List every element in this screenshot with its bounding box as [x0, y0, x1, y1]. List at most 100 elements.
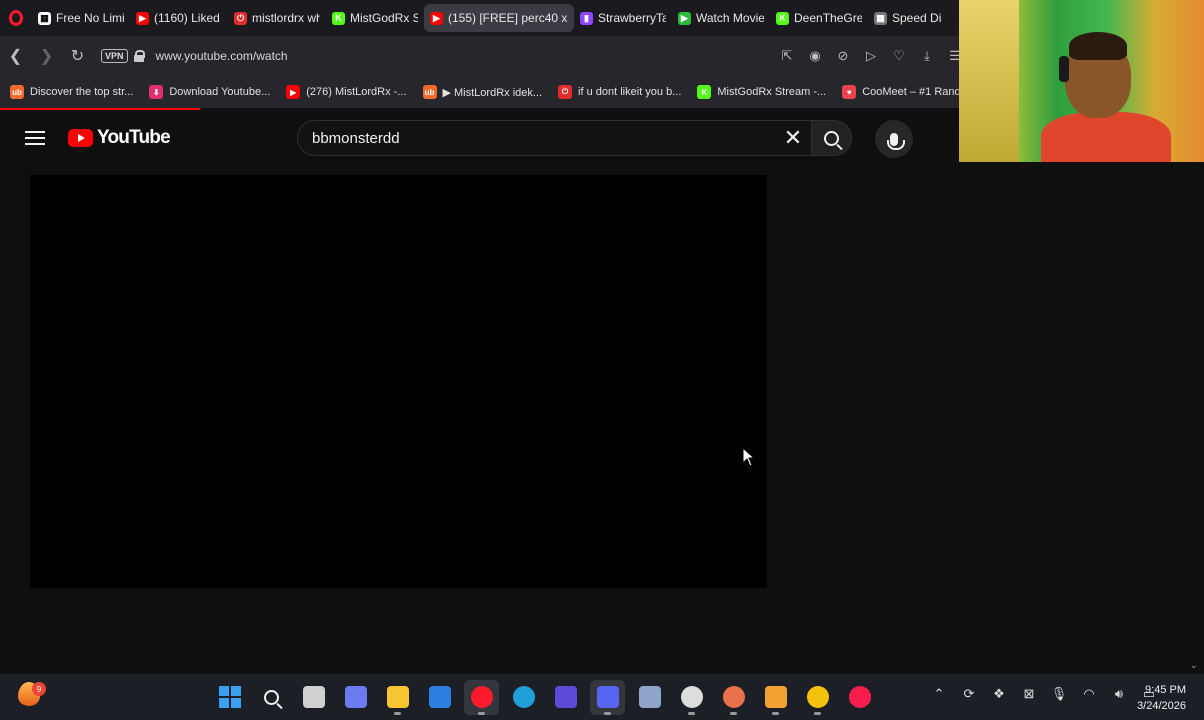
youtube-logo-text: YouTube — [97, 127, 171, 148]
scroll-down-arrow-icon[interactable]: ⌄ — [1190, 660, 1198, 671]
tab-favicon-icon: ▦ — [38, 11, 51, 25]
bookmark-item[interactable]: ⏻ if u dont likeit you b... — [558, 85, 681, 99]
browser-tab[interactable]: ▶ (1160) Liked vi — [130, 4, 228, 32]
taskbar-apps — [212, 678, 877, 716]
reload-icon[interactable]: ↻ — [62, 36, 93, 76]
browser-tab[interactable]: ▦ Free No Limit — [32, 4, 130, 32]
taskbar-fl-studio-icon[interactable] — [758, 680, 793, 715]
vpn-badge[interactable]: VPN — [101, 49, 128, 63]
clear-search-icon[interactable]: ✕ — [775, 120, 811, 156]
snapshot-icon[interactable]: ◉ — [806, 48, 824, 64]
share-icon[interactable]: ⇱ — [778, 48, 796, 64]
clock-time: 9:45 PM — [1145, 684, 1186, 696]
taskbar-copilot-icon[interactable] — [338, 680, 373, 715]
opera-menu-icon[interactable] — [0, 0, 32, 36]
mail-glyph-icon — [428, 686, 451, 708]
taskbar-opera-gx-icon[interactable] — [842, 680, 877, 715]
taskbar-discord-icon[interactable] — [590, 679, 625, 715]
browser-tab[interactable]: ▶ (155) [FREE] perc40 x m — [424, 4, 574, 32]
bookmark-heart-icon[interactable]: ♡ — [890, 48, 908, 64]
search-icon — [824, 130, 839, 146]
taskbar-task-view-icon[interactable] — [296, 680, 331, 715]
browser-tab[interactable]: ⏻ mistlordrx whi — [228, 4, 326, 32]
taskbar-camera-icon[interactable] — [632, 680, 667, 715]
bookmark-favicon-icon: ub — [10, 85, 24, 99]
lock-icon[interactable] — [133, 50, 145, 62]
bookmark-item[interactable]: ▶ (276) MistLordRx -... — [286, 85, 407, 99]
browser-tab[interactable]: K MistGodRx Str — [326, 4, 424, 32]
video-player[interactable] — [30, 175, 767, 588]
tab-favicon-icon: ▮ — [580, 11, 593, 25]
taskbar-windows-start-icon[interactable] — [212, 680, 247, 715]
taskbar-file-explorer-icon[interactable] — [380, 680, 415, 715]
bookmark-label: (276) MistLordRx -... — [306, 86, 407, 98]
voice-search-button[interactable] — [875, 120, 913, 158]
bookmark-item[interactable]: ub ▶ MistLordRx idek... — [422, 85, 543, 99]
url-field[interactable]: www.youtube.com/watch — [156, 49, 778, 63]
tab-favicon-icon: ▶ — [678, 11, 691, 25]
volume-icon[interactable]: 🔊︎ — [1110, 686, 1128, 702]
mic-muted-icon[interactable]: ⊠ — [1020, 686, 1038, 702]
download-icon[interactable]: ⤓ — [918, 48, 936, 64]
browser-tab[interactable]: K DeenTheGreat — [770, 4, 868, 32]
webcam-person-hair — [1069, 32, 1127, 60]
browser-tab[interactable]: ▶ Watch Movies — [672, 4, 770, 32]
flow-icon[interactable]: ▷ — [862, 48, 880, 64]
webcam-person-body — [1041, 112, 1171, 162]
bookmark-favicon-icon: K — [697, 85, 712, 99]
tab-label: (155) [FREE] perc40 x m — [448, 11, 568, 25]
bookmark-item[interactable]: ⬇ Download Youtube... — [149, 85, 270, 99]
edge-glyph-icon — [512, 686, 535, 708]
game-app-glyph-icon — [722, 686, 745, 708]
weather-widget[interactable]: 9 — [18, 682, 46, 712]
youtube-logo[interactable]: YouTube — [68, 127, 171, 149]
sync-icon[interactable]: ⟳ — [960, 686, 978, 702]
taskbar-obs-icon[interactable] — [674, 680, 709, 715]
browser-tab[interactable]: ▮ StrawberryTabl — [574, 4, 672, 32]
webcam-overlay — [959, 0, 1204, 162]
dropbox-icon[interactable]: ❖ — [990, 686, 1008, 702]
bookmark-label: MistGodRx Stream -... — [717, 86, 827, 98]
tab-favicon-icon: K — [776, 11, 789, 25]
copilot-glyph-icon — [344, 686, 367, 708]
system-tray: ⌃ ⟳ ❖ ⊠ 🎙︎ ◠ 🔊︎ ▭ — [930, 686, 1158, 702]
bookmark-label: Discover the top str... — [30, 86, 134, 98]
tab-favicon-icon: ▦ — [874, 11, 887, 25]
browser-tab[interactable]: ▦ Speed Dial — [868, 4, 948, 32]
clock-date: 3/24/2026 — [1137, 700, 1186, 712]
webcam-background — [959, 0, 1019, 162]
tab-label: Free No Limit — [56, 11, 124, 25]
taskbar-mail-icon[interactable] — [422, 680, 457, 715]
youtube-play-icon — [68, 129, 93, 147]
obs-glyph-icon — [680, 686, 703, 708]
tray-overflow-chevron-icon[interactable]: ⌃ — [930, 686, 948, 702]
forward-icon[interactable]: ❯ — [31, 36, 62, 76]
taskbar-search-icon[interactable] — [254, 680, 289, 715]
taskbar-clock[interactable]: 9:45 PM 3/24/2026 — [1130, 682, 1186, 714]
wifi-icon[interactable]: ◠ — [1080, 686, 1098, 702]
file-explorer-glyph-icon — [386, 686, 409, 708]
bookmark-label: if u dont likeit you b... — [578, 86, 682, 98]
bookmark-favicon-icon: ⏻ — [558, 85, 573, 99]
taskbar-game-app-icon[interactable] — [716, 680, 751, 715]
bookmark-item[interactable]: ub Discover the top str... — [10, 85, 133, 99]
taskbar-video-editor-icon[interactable] — [548, 680, 583, 715]
back-icon[interactable]: ❮ — [0, 36, 31, 76]
microphone-icon — [887, 132, 905, 150]
bookmark-item[interactable]: ♥ CooMeet – #1 Rand... — [842, 85, 970, 99]
bookmark-item[interactable]: K MistGodRx Stream -... — [697, 85, 826, 99]
tab-label: StrawberryTabl — [598, 11, 666, 25]
search-button[interactable] — [812, 120, 852, 156]
windows-taskbar: 9 ⌃ ⟳ ❖ ⊠ 🎙︎ ◠ 🔊︎ ▭ 9:45 PM 3/24/2026 — [0, 674, 1204, 720]
guide-menu-icon[interactable] — [25, 131, 45, 145]
tab-label: Watch Movies — [696, 11, 764, 25]
search-input[interactable] — [312, 129, 775, 147]
tray-microphone-icon[interactable]: 🎙︎ — [1050, 686, 1068, 702]
adblock-icon[interactable]: ⊘ — [834, 48, 852, 64]
bookmark-label: ▶ MistLordRx idek... — [442, 86, 543, 99]
taskbar-search-glyph-icon — [264, 689, 279, 705]
taskbar-edge-icon[interactable] — [506, 680, 541, 715]
taskbar-chrome-icon[interactable] — [800, 680, 835, 715]
taskbar-opera-icon[interactable] — [464, 679, 499, 715]
screen: ▦ Free No Limit ▶ (1160) Liked vi ⏻ mistlordr… — [0, 0, 1204, 720]
